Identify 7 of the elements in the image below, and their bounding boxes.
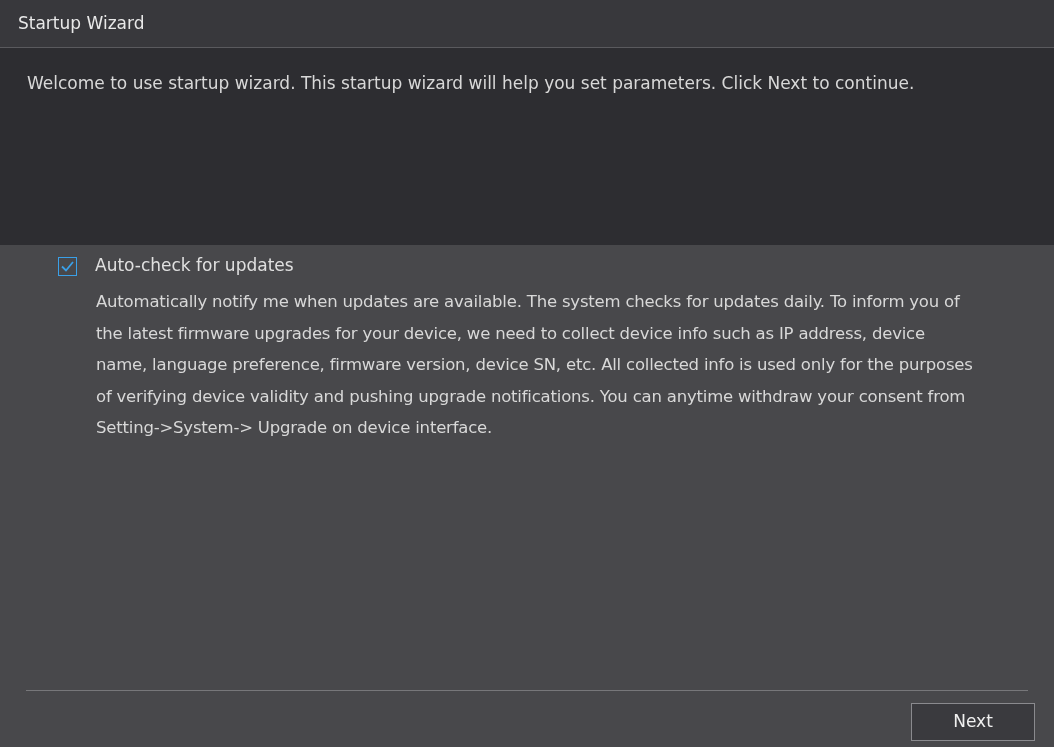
checkbox[interactable] [58, 256, 77, 276]
window-title: Startup Wizard [18, 11, 145, 35]
description-text: Automatically notify me when updates are available. The system checks for updates daily. To inform you of the latest firmware upgrades for your device, we need to collect device info such as IP address, device name, language preference, firmware version, device SN, etc. All collected info is used only for the purposes of verifying device validity and pushing upgrade notifications. You can anytime withdraw your consent from Setting->System-> Upgrade on device interface. [96, 291, 974, 439]
checkmark-icon [61, 260, 74, 272]
welcome-text: Welcome to use startup wizard. This startup wizard will help you set parameters. Click Next to continue. [27, 72, 916, 95]
checkbox-label: Auto-check for updates [95, 254, 294, 278]
next-button[interactable]: Next [911, 703, 1035, 741]
